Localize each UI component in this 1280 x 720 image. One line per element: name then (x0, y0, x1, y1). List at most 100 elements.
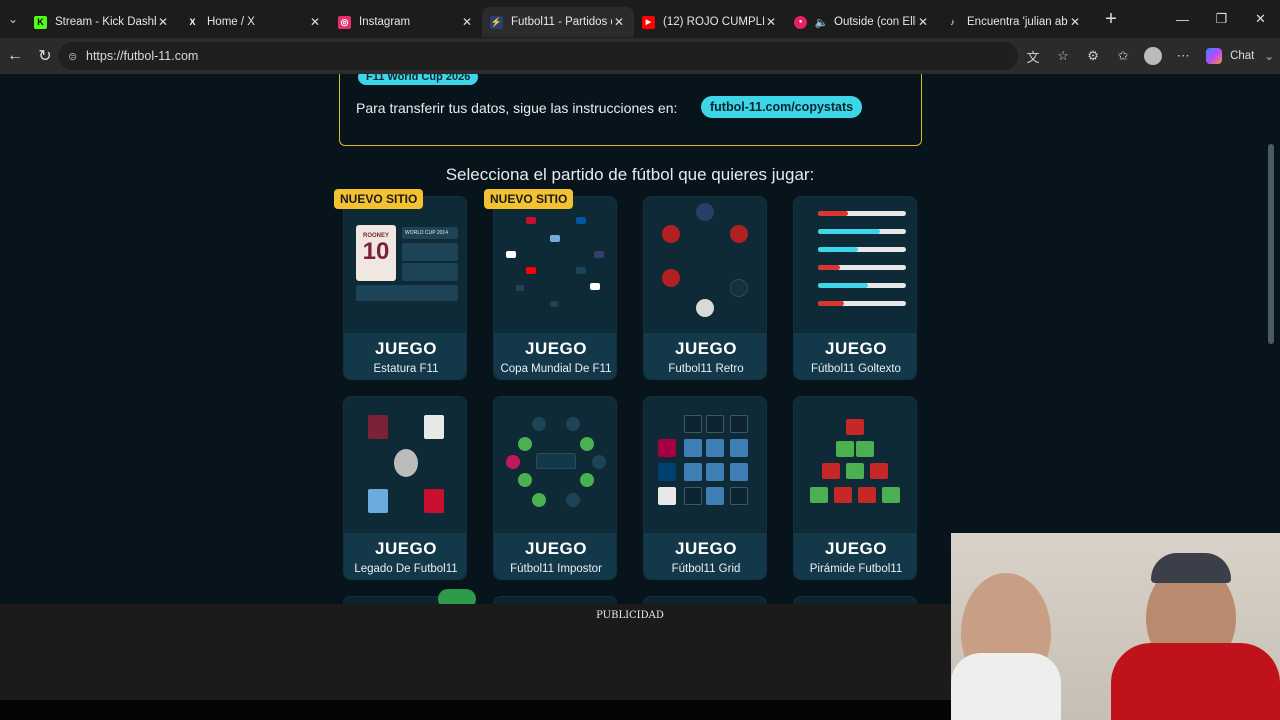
card-footer: JUEGO Fútbol11 Goltexto (794, 333, 916, 379)
game-card-piramide[interactable]: JUEGO Pirámide Futbol11 (793, 396, 917, 580)
x-icon: X (189, 17, 196, 27)
address-bar[interactable]: ⊜ https://futbol-11.com (58, 42, 1018, 70)
tab-title: Encuentra 'julian abuchear' (967, 16, 1068, 28)
close-icon[interactable]: ✕ (612, 15, 626, 29)
card-footer: JUEGO Fútbol11 Grid (644, 533, 766, 579)
new-site-badge: NUEVO SITIO (484, 189, 574, 209)
tab-futbol11[interactable]: ⚡ Futbol11 - Partidos diarios ✕ (482, 7, 634, 37)
card-label: JUEGO (824, 339, 888, 358)
close-icon[interactable]: ✕ (156, 15, 170, 29)
speaker-icon[interactable]: 🔈 (815, 16, 829, 29)
tab-tiktok[interactable]: ♪ Encuentra 'julian abuchear' ✕ (938, 7, 1090, 37)
reload-icon[interactable]: ↻ (30, 41, 60, 71)
game-thumbnail: ROONEY 10 WORLD CUP 2014 (344, 197, 466, 333)
game-card-legado[interactable]: JUEGO Legado De Futbol11 (343, 396, 467, 580)
card-footer: JUEGO Fútbol11 Impostor (494, 533, 616, 579)
game-card-copa-mundial[interactable]: JUEGO Copa Mundial De F11 (493, 196, 617, 380)
site-info-icon[interactable]: ⊜ (68, 50, 86, 63)
minimize-icon[interactable]: — (1163, 0, 1202, 38)
close-icon[interactable]: ✕ (460, 15, 474, 29)
card-label: JUEGO (374, 539, 438, 558)
tab-kick[interactable]: K Stream - Kick Dashboard ✕ (26, 7, 178, 37)
page-title: Selecciona el partido de fútbol que quie… (445, 165, 815, 184)
game-card-retro[interactable]: JUEGO Futbol11 Retro (643, 196, 767, 380)
card-name: Estatura F11 (373, 363, 439, 375)
new-site-badge: NUEVO SITIO (334, 189, 424, 209)
back-icon[interactable]: ← (0, 41, 30, 71)
card-name: Fútbol11 Grid (671, 563, 741, 575)
transfer-text: Para transferir tus datos, sigue las ins… (356, 100, 678, 116)
favorite-star-icon[interactable]: ☆ (1048, 48, 1078, 64)
game-thumbnail (794, 197, 916, 333)
youtube-icon: ▶ (642, 15, 655, 29)
rank-badge (438, 589, 476, 604)
favorites-icon[interactable]: ✩ (1108, 48, 1138, 64)
restore-icon[interactable]: ❐ (1202, 0, 1241, 38)
world-cup-pill[interactable]: F11 World Cup 2026 (358, 74, 479, 85)
game-card-impostor[interactable]: JUEGO Fútbol11 Impostor (493, 396, 617, 580)
card-footer: JUEGO Legado De Futbol11 (344, 533, 466, 579)
card-footer: JUEGO Futbol11 Retro (644, 333, 766, 379)
game-card-partial[interactable] (793, 596, 917, 604)
game-thumbnail (494, 197, 616, 333)
card-label: JUEGO (524, 339, 588, 358)
url-text: https://futbol-11.com (86, 49, 199, 63)
address-toolbar: ← ↻ ⊜ https://futbol-11.com 文 ☆ ⚙ ✩ ⋯ Ch… (0, 38, 1280, 74)
close-window-icon[interactable]: ✕ (1241, 0, 1280, 38)
card-label: JUEGO (674, 339, 738, 358)
world-cup-label: WORLD CUP 2014 (402, 227, 458, 239)
profile-avatar[interactable] (1138, 47, 1168, 65)
game-card-goltexto[interactable]: JUEGO Fútbol11 Goltexto (793, 196, 917, 380)
tab-x[interactable]: X Home / X ✕ (178, 7, 330, 37)
game-card-estatura[interactable]: ROONEY 10 WORLD CUP 2014 JUEGO Estatura … (343, 196, 467, 380)
page-scrollbar[interactable] (1268, 144, 1274, 344)
tab-youtube[interactable]: ▶ (12) ROJO CUMPLIÓ CON ✕ (634, 7, 786, 37)
game-card-partial[interactable] (643, 596, 767, 604)
close-icon[interactable]: ✕ (764, 15, 778, 29)
card-name: Pirámide Futbol11 (809, 563, 903, 575)
card-name: Legado De Futbol11 (354, 563, 458, 575)
close-icon[interactable]: ✕ (1068, 15, 1082, 29)
game-thumbnail (644, 397, 766, 533)
close-icon[interactable]: ✕ (308, 15, 322, 29)
chat-label: Chat (1230, 50, 1255, 62)
game-thumbnail (494, 397, 616, 533)
copilot-chat-button[interactable]: Chat ⌄ (1206, 48, 1274, 64)
page-content: F11 World Cup 2026 Para transferir tus d… (0, 74, 1280, 604)
tab-title: (12) ROJO CUMPLIÓ CON (663, 16, 764, 28)
extensions-icon[interactable]: ⚙ (1078, 48, 1108, 64)
tab-outside[interactable]: ● 🔈 Outside (con Ellie Goulding) ✕ (786, 7, 938, 37)
player-card: ROONEY 10 (356, 225, 396, 281)
card-name: Copa Mundial De F11 (500, 363, 612, 375)
toolbar-actions: 文 ☆ ⚙ ✩ ⋯ Chat ⌄ (1018, 38, 1280, 74)
copystats-link[interactable]: futbol-11.com/copystats (701, 96, 863, 118)
card-label: JUEGO (824, 539, 888, 558)
card-name: Fútbol11 Goltexto (811, 363, 901, 375)
tab-title: Outside (con Ellie Goulding) (834, 16, 916, 28)
card-label: JUEGO (374, 339, 438, 358)
translate-icon[interactable]: 文 (1018, 47, 1048, 66)
tiktok-icon: ♪ (950, 17, 955, 27)
game-card-grid[interactable]: JUEGO Fútbol11 Grid (643, 396, 767, 580)
game-card-partial[interactable] (493, 596, 617, 604)
tab-title: Instagram (359, 16, 411, 28)
close-icon[interactable]: ✕ (916, 15, 930, 29)
instagram-icon: ◎ (338, 15, 351, 29)
window-controls: — ❐ ✕ (1163, 0, 1280, 38)
tab-title: Stream - Kick Dashboard (55, 16, 156, 28)
more-menu-icon[interactable]: ⋯ (1168, 48, 1198, 64)
tab-search-icon[interactable]: ⌄ (0, 0, 26, 38)
tab-instagram[interactable]: ◎ Instagram ✕ (330, 7, 482, 37)
futbol11-icon: ⚡ (490, 15, 503, 29)
chevron-down-icon: ⌄ (1264, 51, 1274, 63)
tab-title: Futbol11 - Partidos diarios (511, 16, 612, 28)
card-name: Futbol11 Retro (668, 363, 744, 375)
new-tab-button[interactable]: + (1096, 0, 1126, 38)
game-thumbnail (644, 197, 766, 333)
kick-icon: K (34, 15, 47, 29)
game-thumbnail (344, 397, 466, 533)
tab-title: Home / X (207, 16, 255, 28)
card-footer: JUEGO Pirámide Futbol11 (794, 533, 916, 579)
card-footer: JUEGO Copa Mundial De F11 (494, 333, 616, 379)
tab-strip: ⌄ K Stream - Kick Dashboard ✕ X Home / X… (0, 0, 1280, 38)
